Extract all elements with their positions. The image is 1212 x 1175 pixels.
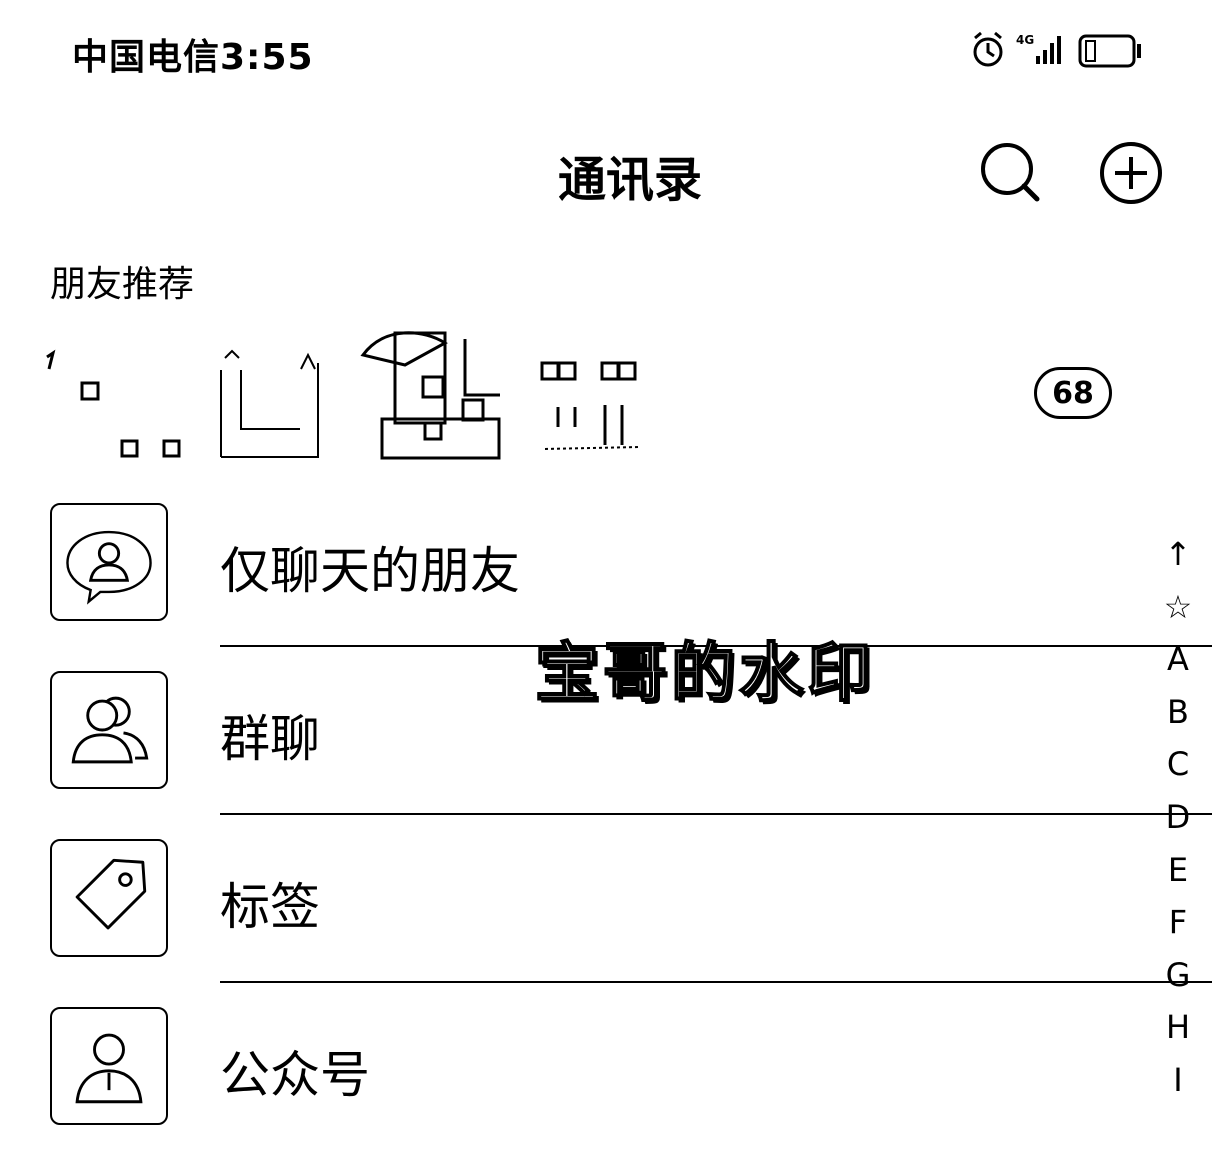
battery-icon <box>1078 34 1141 68</box>
menu-item-label: 公众号 <box>220 1046 370 1104</box>
index-top-arrow[interactable]: ↑ <box>1150 528 1206 581</box>
network-label: 4G <box>1016 33 1034 47</box>
carrier-time: 中国电信3:55 <box>72 37 314 78</box>
menu-item-label: 标签 <box>220 878 320 936</box>
watermark-text: 宝哥的水印 <box>534 636 875 712</box>
menu-item-label: 群聊 <box>220 710 320 768</box>
recommended-avatar-2 <box>220 349 319 458</box>
index-letter-f[interactable]: F <box>1150 896 1206 949</box>
recommended-avatar-4 <box>540 361 641 450</box>
tag-icon <box>50 839 168 957</box>
signal-icon <box>1036 36 1061 64</box>
divider <box>220 813 1212 815</box>
index-letter-c[interactable]: C <box>1150 738 1206 791</box>
index-letter-g[interactable]: G <box>1150 949 1206 1002</box>
divider <box>220 981 1212 983</box>
index-star[interactable]: ☆ <box>1150 581 1206 634</box>
section-label-recommend: 朋友推荐 <box>50 264 195 305</box>
recommended-friends-strip[interactable] <box>45 325 655 465</box>
recommended-avatar-3 <box>360 331 501 460</box>
group-chat-icon <box>50 671 168 789</box>
recommend-count-badge: 68 <box>1034 367 1112 419</box>
alarm-icon <box>973 31 1003 67</box>
official-account-icon <box>50 1007 168 1125</box>
status-icons: 4G <box>973 31 1141 68</box>
alphabet-index[interactable]: ↑ ☆ A B C D E F G H I <box>1150 528 1206 1107</box>
index-letter-b[interactable]: B <box>1150 686 1206 739</box>
search-icon[interactable] <box>975 137 1045 207</box>
recommended-avatar-1 <box>46 349 181 458</box>
index-letter-d[interactable]: D <box>1150 791 1206 844</box>
plus-circle-icon[interactable] <box>1096 138 1166 208</box>
chat-only-friend-icon <box>50 503 168 621</box>
menu-item-label: 仅聊天的朋友 <box>220 542 520 600</box>
menu-item-official-accounts[interactable]: 公众号 <box>0 1007 1160 1175</box>
index-letter-i[interactable]: I <box>1150 1054 1206 1107</box>
index-letter-e[interactable]: E <box>1150 844 1206 897</box>
index-letter-h[interactable]: H <box>1150 1001 1206 1054</box>
index-letter-a[interactable]: A <box>1150 633 1206 686</box>
